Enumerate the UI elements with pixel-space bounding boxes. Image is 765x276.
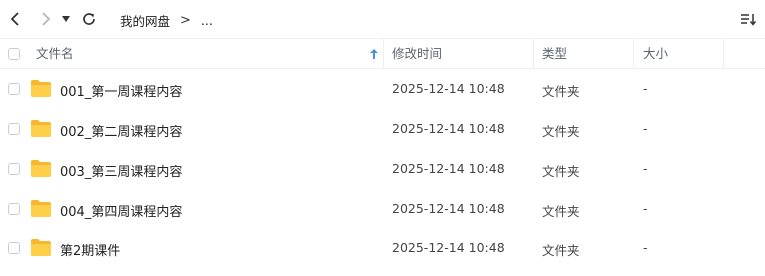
breadcrumb: 我的网盘 > ... <box>120 11 213 30</box>
list-item[interactable]: 003_第三周课程内容 2025-12-14 10:48 文件夹 - <box>0 149 765 189</box>
file-type: 文件夹 <box>542 84 580 99</box>
history-dropdown-button[interactable] <box>58 8 74 30</box>
forward-icon <box>42 12 51 26</box>
list-item[interactable]: 001_第一周课程内容 2025-12-14 10:48 文件夹 - <box>0 69 765 109</box>
file-type: 文件夹 <box>542 164 580 179</box>
history-dropdown-icon <box>62 16 70 22</box>
row-checkbox[interactable] <box>8 83 20 95</box>
column-type-header[interactable]: 类型 <box>542 39 567 68</box>
file-mtime: 2025-12-14 10:48 <box>392 81 505 96</box>
folder-icon <box>31 120 51 137</box>
file-size: - <box>643 201 648 216</box>
row-checkbox[interactable] <box>8 163 20 175</box>
row-checkbox[interactable] <box>8 123 20 135</box>
column-divider[interactable] <box>383 39 384 68</box>
breadcrumb-root[interactable]: 我的网盘 <box>120 11 170 30</box>
list-item[interactable]: 第2期课件 2025-12-14 10:48 文件夹 - <box>0 228 765 268</box>
file-mtime: 2025-12-14 10:48 <box>392 201 505 216</box>
file-name[interactable]: 004_第四周课程内容 <box>60 201 182 220</box>
file-mtime: 2025-12-14 10:48 <box>392 240 505 255</box>
folder-icon <box>31 239 51 256</box>
back-icon <box>10 12 19 26</box>
sort-menu-button[interactable] <box>740 11 758 31</box>
file-name[interactable]: 第2期课件 <box>60 240 120 259</box>
row-checkbox[interactable] <box>8 203 20 215</box>
file-size: - <box>643 161 648 176</box>
file-size: - <box>643 240 648 255</box>
file-type: 文件夹 <box>542 124 580 139</box>
breadcrumb-more[interactable]: ... <box>201 13 213 28</box>
folder-icon <box>31 160 51 177</box>
column-divider[interactable] <box>533 39 534 68</box>
file-type: 文件夹 <box>542 243 580 258</box>
row-checkbox[interactable] <box>8 242 20 254</box>
file-name[interactable]: 001_第一周课程内容 <box>60 81 182 100</box>
file-mtime: 2025-12-14 10:48 <box>392 161 505 176</box>
forward-button[interactable] <box>35 8 57 30</box>
column-size-header[interactable]: 大小 <box>643 39 668 68</box>
refresh-button[interactable] <box>78 8 100 30</box>
column-mtime-header[interactable]: 修改时间 <box>392 39 442 68</box>
list-item[interactable]: 002_第二周课程内容 2025-12-14 10:48 文件夹 - <box>0 109 765 149</box>
column-divider[interactable] <box>723 39 724 68</box>
folder-icon <box>31 80 51 97</box>
list-item[interactable]: 004_第四周课程内容 2025-12-14 10:48 文件夹 - <box>0 189 765 229</box>
file-name[interactable]: 003_第三周课程内容 <box>60 161 182 180</box>
file-name[interactable]: 002_第二周课程内容 <box>60 121 182 140</box>
file-size: - <box>643 121 648 136</box>
back-button[interactable] <box>4 8 26 30</box>
sort-menu-icon <box>741 14 757 26</box>
folder-icon <box>31 200 51 217</box>
file-type: 文件夹 <box>542 204 580 219</box>
column-name-header[interactable]: 文件名 <box>36 39 74 68</box>
file-mtime: 2025-12-14 10:48 <box>392 121 505 136</box>
select-all-checkbox[interactable] <box>8 48 20 60</box>
refresh-icon <box>83 13 95 25</box>
breadcrumb-separator: > <box>180 13 191 28</box>
sort-ascending-icon[interactable] <box>369 48 379 60</box>
toolbar: 我的网盘 > ... <box>0 0 765 38</box>
column-divider[interactable] <box>633 39 634 68</box>
file-size: - <box>643 81 648 96</box>
column-header: 文件名 修改时间 类型 大小 <box>0 38 765 69</box>
